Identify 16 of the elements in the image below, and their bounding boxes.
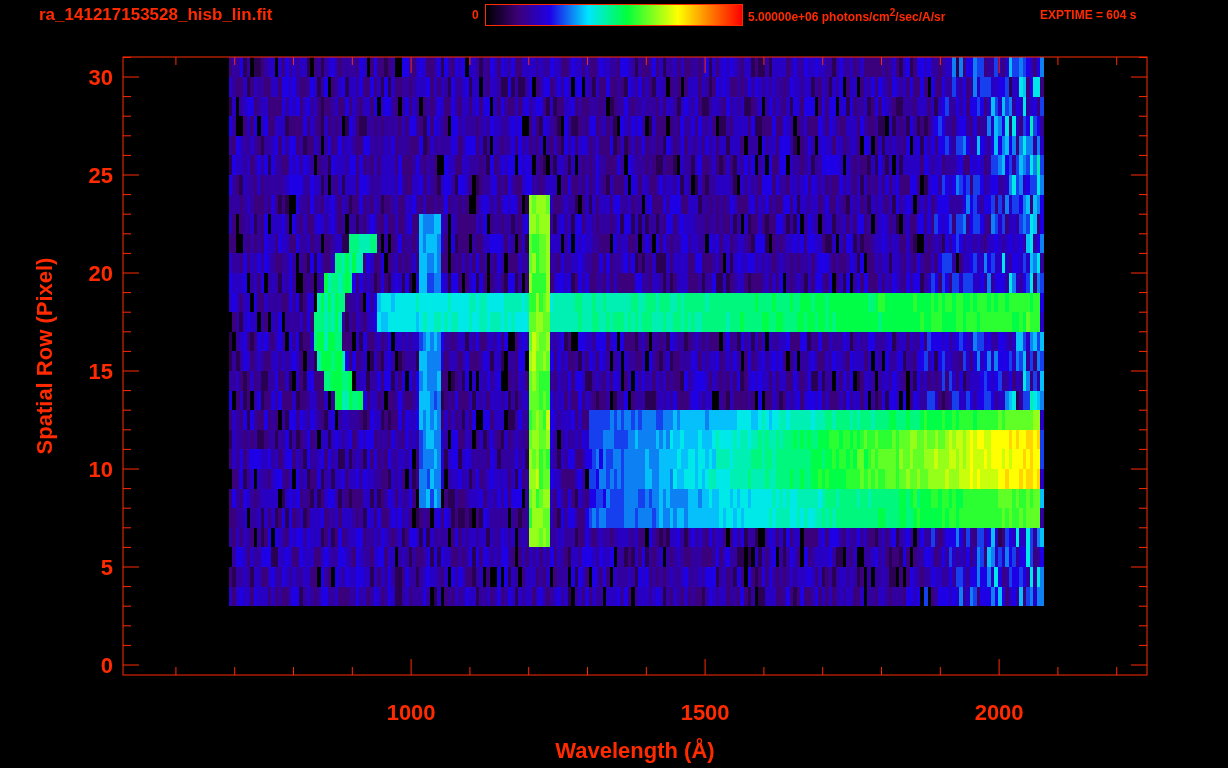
y-tick-label: 0 <box>100 653 113 678</box>
y-tick-label: 25 <box>88 163 113 188</box>
y-tick-label: 20 <box>88 261 113 286</box>
y-tick-label: 5 <box>100 555 113 580</box>
colorbar-min-label: 0 <box>472 8 480 22</box>
y-tick-label: 30 <box>88 65 113 90</box>
y-axis-label: Spatial Row (Pixel) <box>32 257 57 455</box>
y-tick-label: 15 <box>88 359 113 384</box>
colorbar-max-label: 5.00000e+06 photons/cm$^{2}$/sec/A/sr <box>748 6 947 24</box>
x-tick-label: 2000 <box>974 700 1024 725</box>
exposure-time: EXPTIME = 604 s <box>1040 8 1137 22</box>
x-tick-label: 1500 <box>680 700 730 725</box>
file-title: ra_141217153528_hisb_lin.fit <box>39 5 274 25</box>
y-tick-label: 10 <box>88 457 113 482</box>
x-axis-label: Wavelength (Å) <box>555 738 715 763</box>
x-tick-label: 1000 <box>386 700 436 725</box>
